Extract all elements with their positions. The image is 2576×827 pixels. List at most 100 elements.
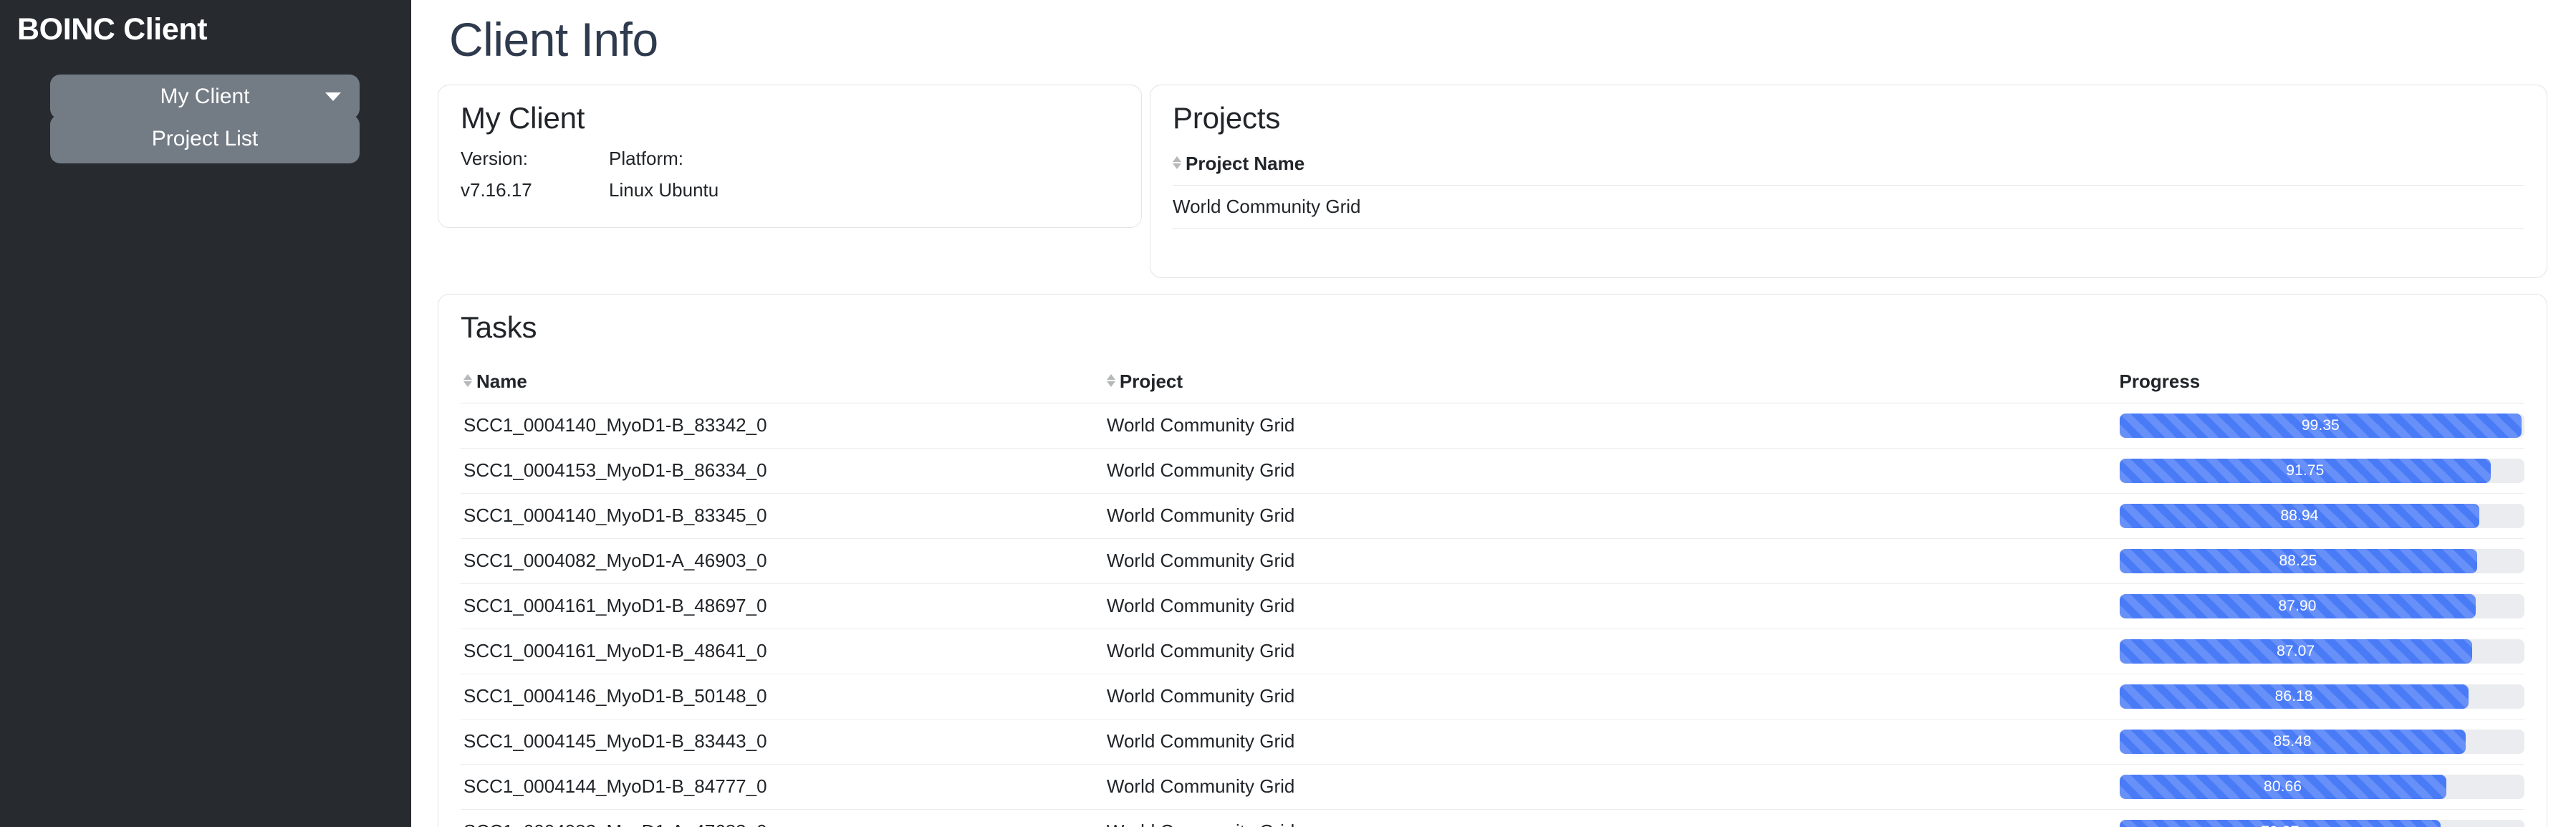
task-progress-cell: 79.37 (2120, 809, 2524, 827)
task-project-cell: World Community Grid (1107, 764, 2120, 809)
task-project-cell: World Community Grid (1107, 538, 2120, 583)
task-name-cell: SCC1_0004082_MyoD1-A_47683_0 (461, 809, 1107, 827)
progress-bar-track: 87.07 (2120, 639, 2524, 664)
projects-table: Project Name World Community Grid (1173, 145, 2524, 229)
task-progress-cell: 85.48 (2120, 719, 2524, 764)
top-cards-row: My Client Version: v7.16.17 Platform: Li… (438, 85, 2547, 278)
version-value: v7.16.17 (461, 177, 609, 204)
progress-bar-fill: 86.18 (2120, 684, 2469, 709)
progress-bar-fill: 80.66 (2120, 775, 2446, 799)
table-row[interactable]: World Community Grid (1173, 185, 2524, 228)
progress-bar-label: 91.75 (2286, 463, 2324, 478)
table-row[interactable]: SCC1_0004153_MyoD1-B_86334_0World Commun… (461, 448, 2524, 493)
task-name-cell: SCC1_0004144_MyoD1-B_84777_0 (461, 764, 1107, 809)
task-name-cell: SCC1_0004146_MyoD1-B_50148_0 (461, 674, 1107, 719)
platform-value: Linux Ubuntu (609, 177, 757, 204)
progress-bar-fill: 88.94 (2120, 504, 2480, 528)
table-row[interactable]: SCC1_0004145_MyoD1-B_83443_0World Commun… (461, 719, 2524, 764)
progress-bar-label: 88.25 (2279, 553, 2317, 568)
projects-header-row: Project Name (1173, 145, 2524, 185)
sidebar-nav: My Client Project List (50, 75, 360, 163)
chevron-down-icon[interactable] (325, 92, 341, 101)
sort-icon[interactable] (463, 374, 473, 387)
progress-bar-track: 85.48 (2120, 730, 2524, 754)
table-row[interactable]: SCC1_0004161_MyoD1-B_48697_0World Commun… (461, 583, 2524, 628)
version-label: Version: (461, 145, 609, 173)
progress-bar-track: 87.90 (2120, 594, 2524, 618)
task-progress-cell: 87.90 (2120, 583, 2524, 628)
progress-bar-fill: 99.35 (2120, 413, 2522, 438)
progress-bar-label: 86.18 (2275, 689, 2313, 704)
projects-card: Projects Project Name (1150, 85, 2547, 278)
progress-bar-track: 80.66 (2120, 775, 2524, 799)
task-progress-cell: 88.94 (2120, 493, 2524, 538)
progress-bar-track: 91.75 (2120, 459, 2524, 483)
task-project-cell: World Community Grid (1107, 448, 2120, 493)
projects-column-header-project-name[interactable]: Project Name (1173, 145, 2524, 185)
platform-label: Platform: (609, 145, 757, 173)
detail-platform: Platform: Linux Ubuntu (609, 145, 757, 204)
task-progress-cell: 86.18 (2120, 674, 2524, 719)
table-row[interactable]: SCC1_0004082_MyoD1-A_46903_0World Commun… (461, 538, 2524, 583)
sort-icon[interactable] (1107, 374, 1116, 387)
tasks-table-head: Name Project Progress (461, 363, 2524, 403)
table-row[interactable]: SCC1_0004140_MyoD1-B_83342_0World Commun… (461, 403, 2524, 448)
projects-column-label: Project Name (1186, 153, 1304, 175)
progress-bar-fill: 91.75 (2120, 459, 2491, 483)
tasks-column-label-name: Name (476, 371, 527, 393)
sidebar: BOINC Client My Client Project List (0, 0, 411, 827)
page-title: Client Info (438, 0, 2547, 63)
table-row[interactable]: SCC1_0004140_MyoD1-B_83345_0World Commun… (461, 493, 2524, 538)
progress-bar-label: 85.48 (2274, 734, 2312, 749)
progress-bar-fill: 87.90 (2120, 594, 2476, 618)
tasks-column-header-project[interactable]: Project (1107, 363, 2120, 403)
progress-bar-track: 79.37 (2120, 820, 2524, 827)
tasks-header-row: Name Project Progress (461, 363, 2524, 403)
projects-table-head: Project Name (1173, 145, 2524, 185)
app-root: BOINC Client My Client Project List Clie… (0, 0, 2576, 827)
sidebar-item-my-client-label: My Client (160, 85, 249, 109)
progress-bar-label: 79.37 (2261, 824, 2299, 827)
task-project-cell: World Community Grid (1107, 403, 2120, 448)
tasks-column-header-progress: Progress (2120, 363, 2524, 403)
projects-cell-name: World Community Grid (1173, 185, 2524, 228)
progress-bar-track: 88.25 (2120, 549, 2524, 573)
my-client-details: Version: v7.16.17 Platform: Linux Ubuntu (461, 145, 1119, 204)
table-row[interactable]: SCC1_0004161_MyoD1-B_48641_0World Commun… (461, 628, 2524, 674)
tasks-column-label-progress: Progress (2120, 371, 2201, 393)
task-name-cell: SCC1_0004161_MyoD1-B_48697_0 (461, 583, 1107, 628)
progress-bar-fill: 85.48 (2120, 730, 2466, 754)
task-progress-cell: 99.35 (2120, 403, 2524, 448)
tasks-column-header-name[interactable]: Name (461, 363, 1107, 403)
task-project-cell: World Community Grid (1107, 493, 2120, 538)
task-project-cell: World Community Grid (1107, 809, 2120, 827)
my-client-card-title: My Client (461, 101, 1119, 135)
task-project-cell: World Community Grid (1107, 674, 2120, 719)
table-row[interactable]: SCC1_0004082_MyoD1-A_47683_0World Commun… (461, 809, 2524, 827)
progress-bar-track: 86.18 (2120, 684, 2524, 709)
progress-bar-track: 88.94 (2120, 504, 2524, 528)
task-name-cell: SCC1_0004153_MyoD1-B_86334_0 (461, 448, 1107, 493)
task-project-cell: World Community Grid (1107, 628, 2120, 674)
main-content: Client Info My Client Version: v7.16.17 … (411, 0, 2576, 827)
tasks-table: Name Project Progress (461, 363, 2524, 827)
task-progress-cell: 88.25 (2120, 538, 2524, 583)
table-row[interactable]: SCC1_0004146_MyoD1-B_50148_0World Commun… (461, 674, 2524, 719)
tasks-column-label-project: Project (1120, 371, 1183, 393)
progress-bar-fill: 87.07 (2120, 639, 2472, 664)
progress-bar-label: 99.35 (2302, 418, 2340, 433)
progress-bar-label: 87.90 (2279, 598, 2317, 613)
progress-bar-label: 80.66 (2264, 779, 2302, 794)
task-progress-cell: 80.66 (2120, 764, 2524, 809)
sidebar-item-project-list[interactable]: Project List (50, 115, 360, 163)
detail-version: Version: v7.16.17 (461, 145, 609, 204)
sort-icon[interactable] (1173, 156, 1182, 169)
task-progress-cell: 87.07 (2120, 628, 2524, 674)
task-project-cell: World Community Grid (1107, 719, 2120, 764)
my-client-card: My Client Version: v7.16.17 Platform: Li… (438, 85, 1142, 228)
sidebar-item-project-list-label: Project List (152, 127, 258, 151)
sidebar-item-my-client[interactable]: My Client (50, 75, 360, 119)
progress-bar-track: 99.35 (2120, 413, 2524, 438)
table-row[interactable]: SCC1_0004144_MyoD1-B_84777_0World Commun… (461, 764, 2524, 809)
task-progress-cell: 91.75 (2120, 448, 2524, 493)
